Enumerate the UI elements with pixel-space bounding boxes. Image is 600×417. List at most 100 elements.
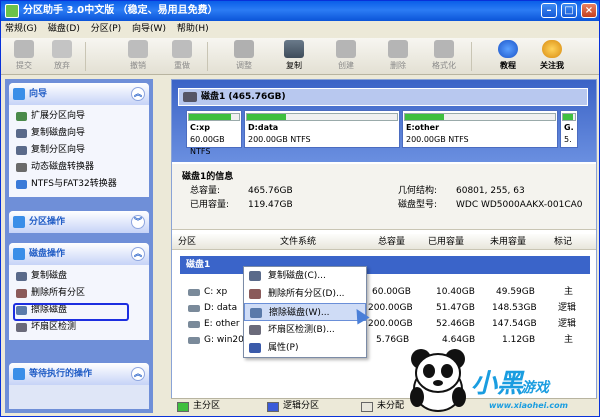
partition-icon [188, 321, 200, 328]
ctx-wipe-disk[interactable]: 擦除磁盘(W)... [244, 303, 366, 321]
resize-button[interactable]: 调整 [225, 40, 263, 73]
watermark-brand2: 游戏 [521, 380, 549, 396]
table-row[interactable]: G: win200 5.76GB 4.64GB 1.12GB 主 [172, 332, 596, 348]
geometry-label: 几何结构: [398, 186, 438, 196]
ctx-properties[interactable]: 属性(P) [244, 339, 366, 357]
panda-logo-icon [410, 349, 466, 412]
wipe-disk-highlight [13, 303, 129, 321]
collapse-icon[interactable]: ︽ [131, 87, 145, 101]
discard-button[interactable]: 放弃 [43, 40, 81, 73]
copy-icon [284, 40, 304, 58]
table-row[interactable]: D: data 200.00GB 51.47GB 148.53GB 逻辑 [172, 300, 596, 316]
wizard-item-icon [16, 112, 27, 121]
app-icon [5, 4, 19, 18]
ctx-copy-disk[interactable]: 复制磁盘(C)... [244, 267, 366, 285]
disk-label[interactable]: 磁盘1 (465.76GB) [178, 88, 588, 106]
format-button[interactable]: 格式化 [425, 40, 463, 73]
menu-wizard[interactable]: 向导(W) [128, 21, 170, 38]
minimize-button[interactable]: – [541, 3, 557, 18]
bad-sector-icon [249, 325, 261, 335]
create-button[interactable]: 创建 [327, 40, 365, 73]
commit-button[interactable]: 提交 [5, 40, 43, 73]
usage-fill [247, 114, 286, 120]
partition-block-g[interactable]: G. 5. [560, 110, 578, 148]
wizard-item-icon [16, 163, 27, 172]
wizard-panel-header[interactable]: 向导 ︽ [9, 83, 149, 105]
copy-disk-icon [16, 272, 27, 281]
legend-primary: 主分区 [193, 401, 221, 411]
model-value: WDC WD5000AAKX-001CA0 [456, 200, 583, 210]
menu-help[interactable]: 帮助(H) [173, 21, 213, 38]
close-button[interactable]: × [581, 3, 597, 18]
disk-map: 磁盘1 (465.76GB) C:xp 60.00GB NTFS D:data 20… [172, 80, 596, 162]
pending-ops-header[interactable]: 等待执行的操作 ︽ [9, 363, 149, 385]
used-label: 已用容量: [190, 200, 230, 210]
toolbar-separator [471, 42, 472, 71]
tutorial-button[interactable]: 教程 [489, 40, 527, 73]
partition-block-e[interactable]: E:other 200.00GB NTFS [402, 110, 558, 148]
menu-partition[interactable]: 分区(P) [87, 21, 125, 38]
delete-button[interactable]: 删除 [379, 40, 417, 73]
legend-unallocated: 未分配 [377, 401, 405, 411]
primary-swatch [177, 402, 189, 412]
sidebar-item-extend-partition-wizard[interactable]: 扩展分区向导 [15, 108, 149, 125]
sidebar-item-ntfs-fat32-converter[interactable]: NTFS与FAT32转换器 [15, 176, 149, 193]
ctx-bad-sector-check[interactable]: 坏扇区检测(B)... [244, 321, 366, 339]
col-partition[interactable]: 分区 [178, 234, 196, 250]
used-value: 119.47GB [248, 200, 293, 210]
table-row[interactable]: E: other 200.00GB 52.46GB 147.54GB 逻辑 [172, 316, 596, 332]
total-value: 465.76GB [248, 186, 293, 196]
partition-block-d[interactable]: D:data 200.00GB NTFS [244, 110, 400, 148]
partition-icon [188, 337, 200, 344]
unallocated-swatch [361, 402, 373, 412]
col-flag[interactable]: 标记 [554, 234, 572, 250]
disk-info-title: 磁盘1的信息 [182, 172, 234, 182]
collapse-icon[interactable]: ︽ [131, 247, 145, 261]
col-filesystem[interactable]: 文件系统 [280, 234, 316, 250]
properties-icon [249, 343, 261, 353]
toolbar-separator [207, 42, 208, 71]
redo-icon [172, 40, 192, 58]
sidebar-item-bad-sector-check[interactable]: 坏扇区检测 [15, 319, 149, 336]
context-menu: 复制磁盘(C)... 删除所有分区(D)... 擦除磁盘(W)... 坏扇区检测… [243, 266, 367, 358]
copy-disk-icon [249, 271, 261, 281]
collapse-icon[interactable]: ︽ [131, 367, 145, 381]
legend-logical: 逻辑分区 [283, 401, 320, 411]
disk-ops-panel: 磁盘操作 ︽ 复制磁盘 删除所有分区 擦除磁盘 坏扇区检测 [9, 243, 149, 340]
col-used[interactable]: 已用容量 [428, 234, 464, 250]
wizard-icon [13, 88, 25, 100]
partition-ops-icon [13, 216, 25, 228]
partition-ops-header[interactable]: 分区操作 ︾ [9, 211, 149, 233]
copy-button[interactable]: 复制 [275, 40, 313, 73]
disk-ops-header[interactable]: 磁盘操作 ︽ [9, 243, 149, 265]
expand-icon[interactable]: ︾ [131, 215, 145, 229]
undo-button[interactable]: 撤销 [119, 40, 157, 73]
usage-fill [563, 114, 573, 120]
disk-ops-icon [13, 248, 25, 260]
discard-icon [52, 40, 72, 58]
col-free[interactable]: 未用容量 [490, 234, 526, 250]
sidebar-item-dynamic-disk-converter[interactable]: 动态磁盘转换器 [15, 159, 149, 176]
watermark-brand: 小黑 [471, 369, 524, 399]
sidebar-item-copy-disk[interactable]: 复制磁盘 [15, 268, 149, 285]
wizard-item-icon [16, 146, 27, 155]
title-bar: 分区助手 3.0中文版 （稳定、易用且免费） – □ × [1, 1, 599, 21]
redo-button[interactable]: 重做 [163, 40, 201, 73]
partition-block-c[interactable]: C:xp 60.00GB NTFS [186, 110, 242, 156]
main-pane: 磁盘1 (465.76GB) C:xp 60.00GB NTFS D:data 20… [171, 79, 597, 413]
col-total[interactable]: 总容量 [378, 234, 405, 250]
sidebar-item-copy-disk-wizard[interactable]: 复制磁盘向导 [15, 125, 149, 142]
disk-icon [183, 92, 197, 102]
pending-ops-panel: 等待执行的操作 ︽ [9, 363, 149, 409]
partition-ops-panel: 分区操作 ︾ [9, 211, 149, 233]
ctx-delete-all-partitions[interactable]: 删除所有分区(D)... [244, 285, 366, 303]
table-row[interactable]: C: xp 60.00GB 10.40GB 49.59GB 主 [172, 284, 596, 300]
disk-group-row[interactable]: 磁盘1 [180, 256, 590, 274]
menu-disk[interactable]: 磁盘(D) [44, 21, 84, 38]
sidebar-item-copy-partition-wizard[interactable]: 复制分区向导 [15, 142, 149, 159]
menu-general[interactable]: 常规(G) [1, 21, 41, 38]
sidebar-item-delete-all-partitions[interactable]: 删除所有分区 [15, 285, 149, 302]
maximize-button[interactable]: □ [561, 3, 577, 18]
follow-button[interactable]: 关注我 [533, 40, 571, 73]
undo-icon [128, 40, 148, 58]
